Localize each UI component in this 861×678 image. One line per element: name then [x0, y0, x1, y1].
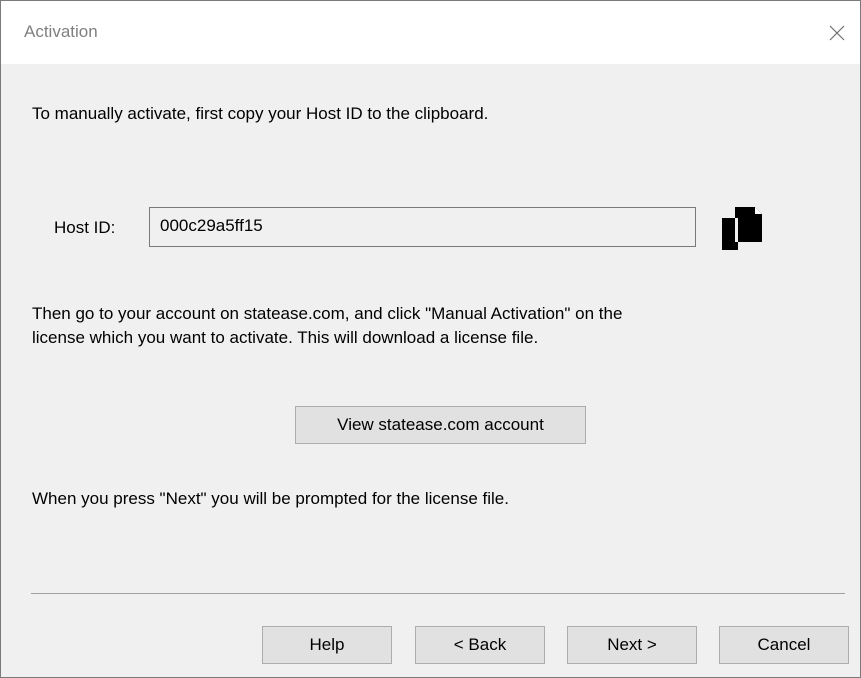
instructions-line-2: license which you want to activate. This…	[32, 328, 539, 347]
view-account-button[interactable]: View statease.com account	[295, 406, 586, 444]
footer-divider	[31, 593, 845, 594]
cancel-button[interactable]: Cancel	[719, 626, 849, 664]
instructions-line-1: Then go to your account on statease.com,…	[32, 304, 623, 323]
next-button[interactable]: Next >	[567, 626, 697, 664]
copy-icon	[722, 207, 762, 250]
host-id-label: Host ID:	[54, 218, 116, 237]
title-bar: Activation	[1, 1, 860, 64]
intro-text: To manually activate, first copy your Ho…	[32, 104, 489, 123]
close-button[interactable]	[814, 1, 860, 64]
close-icon	[829, 25, 845, 40]
copy-to-clipboard-button[interactable]	[718, 204, 764, 254]
activation-dialog: Activation To manually activate, first c…	[0, 0, 861, 678]
host-id-field[interactable]: 000c29a5ff15	[149, 207, 696, 247]
next-prompt-text: When you press "Next" you will be prompt…	[32, 489, 509, 508]
window-title: Activation	[24, 22, 98, 41]
help-button[interactable]: Help	[262, 626, 392, 664]
back-button[interactable]: < Back	[415, 626, 545, 664]
